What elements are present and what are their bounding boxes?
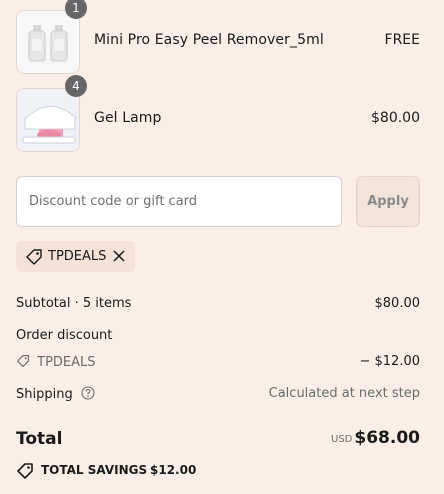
tag-icon bbox=[17, 463, 33, 479]
tag-icon bbox=[16, 354, 30, 368]
applied-discount-chip: TPDEALS bbox=[16, 241, 135, 272]
remove-discount-icon[interactable] bbox=[112, 249, 126, 263]
line-item: 4 Gel Lamp $80.00 bbox=[16, 75, 420, 152]
subtotal-label: Subtotal · 5 items bbox=[16, 296, 132, 311]
applied-code: TPDEALS bbox=[48, 249, 107, 264]
product-image-gel-lamp bbox=[16, 88, 80, 152]
product-price: FREE bbox=[384, 32, 420, 48]
total-amount: $68.00 bbox=[354, 428, 420, 448]
savings-amount: $12.00 bbox=[150, 463, 197, 477]
shipping-label: Shipping bbox=[16, 387, 73, 402]
order-summary: 1 Mini Pro Easy Peel Remover_5ml FREE 4 … bbox=[0, 0, 444, 494]
product-price: $80.00 bbox=[371, 110, 420, 126]
tag-icon bbox=[26, 249, 42, 265]
discount-code-input[interactable] bbox=[16, 176, 342, 227]
currency-code: USD bbox=[331, 434, 353, 445]
savings-label: TOTAL SAVINGS bbox=[41, 463, 148, 477]
discount-code-label: TPDEALS bbox=[37, 355, 96, 370]
quantity-badge: 4 bbox=[65, 75, 87, 97]
discount-value: − $12.00 bbox=[359, 354, 420, 369]
product-name: Gel Lamp bbox=[94, 110, 162, 126]
line-item: 1 Mini Pro Easy Peel Remover_5ml FREE bbox=[16, 0, 420, 74]
subtotal-value: $80.00 bbox=[374, 296, 421, 311]
help-icon[interactable] bbox=[81, 386, 95, 400]
quantity-badge: 1 bbox=[65, 0, 87, 19]
apply-discount-button[interactable]: Apply bbox=[356, 176, 420, 227]
product-image-remover bbox=[16, 10, 80, 74]
order-discount-label: Order discount bbox=[16, 328, 113, 343]
shipping-value: Calculated at next step bbox=[268, 386, 420, 401]
product-name: Mini Pro Easy Peel Remover_5ml bbox=[94, 32, 324, 48]
total-label: Total bbox=[16, 429, 63, 449]
